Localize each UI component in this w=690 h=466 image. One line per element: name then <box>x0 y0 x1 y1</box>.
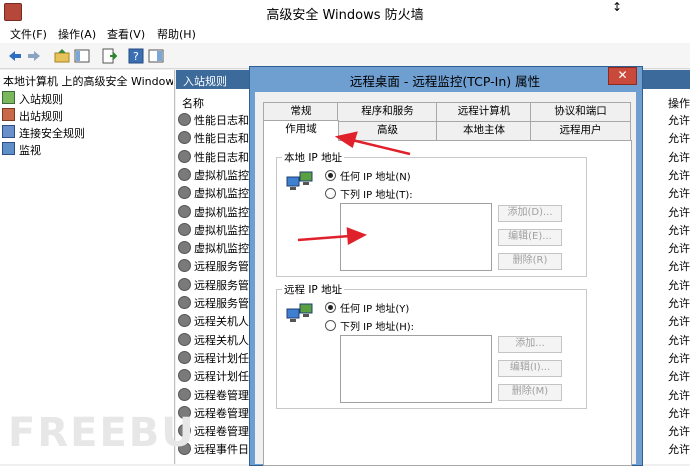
arrow-to-local-ip-list <box>297 227 368 246</box>
arrow-to-scope-tab <box>334 131 411 156</box>
annotation-arrows <box>297 131 411 246</box>
watermark: FREEBU <box>8 410 196 456</box>
